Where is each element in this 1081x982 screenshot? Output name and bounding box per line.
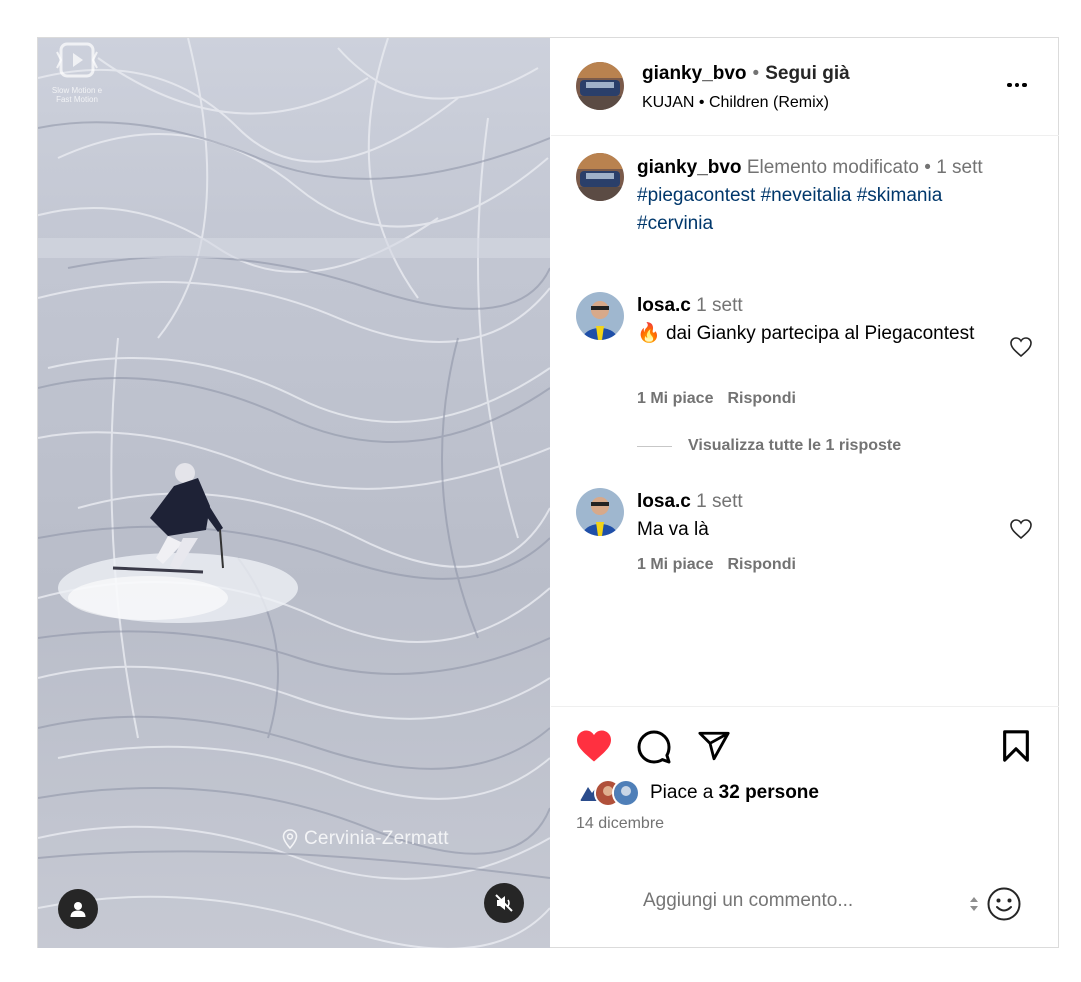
car-photo-icon — [576, 153, 624, 201]
post-caption: gianky_bvo Elemento modificato • 1 sett … — [637, 154, 1037, 238]
reply-button[interactable]: Rispondi — [727, 390, 795, 408]
bookmark-icon[interactable] — [1001, 729, 1031, 763]
car-photo-icon — [576, 62, 624, 110]
header-title: gianky_bvo • Segui già — [642, 63, 850, 85]
post-date[interactable]: 14 dicembre — [576, 815, 664, 833]
location-label: Cervinia-Zermatt — [304, 828, 449, 849]
more-options-button[interactable] — [1005, 73, 1029, 97]
comment-actions: 1 Mi piace Rispondi — [637, 556, 796, 574]
view-replies-button[interactable]: Visualizza tutte le 1 risposte — [637, 437, 901, 455]
hashtag-link[interactable]: #neveitalia — [761, 185, 852, 206]
post-container: Slow Motion e Fast Motion Cervinia-Zerma… — [37, 37, 1059, 948]
liker-avatar — [612, 779, 640, 807]
more-dot-icon — [1022, 82, 1027, 88]
audio-title: Children (Remix) — [708, 94, 829, 111]
comment-actions: 1 Mi piace Rispondi — [637, 390, 796, 408]
caption-author-avatar[interactable] — [576, 153, 624, 201]
location-pin-icon — [282, 829, 298, 849]
more-dot-icon — [1007, 82, 1012, 88]
likes-summary[interactable]: Piace a 32 persone — [576, 779, 819, 807]
caption-separator: • — [924, 157, 931, 178]
person-photo-icon — [614, 781, 638, 805]
reply-button[interactable]: Rispondi — [727, 556, 795, 574]
view-replies-label: Visualizza tutte le 1 risposte — [688, 437, 902, 454]
reel-video[interactable]: Slow Motion e Fast Motion Cervinia-Zerma… — [38, 38, 550, 948]
replies-divider — [637, 445, 672, 447]
speaker-muted-icon — [495, 894, 513, 912]
add-comment-bar — [551, 856, 1059, 948]
heart-filled-icon[interactable] — [575, 729, 613, 763]
heart-outline-icon[interactable] — [1009, 518, 1033, 540]
play-film-icon — [56, 42, 98, 78]
watermark-line2: Fast Motion — [56, 95, 98, 104]
post-sidebar: gianky_bvo • Segui già KUJAN • Children … — [551, 38, 1059, 948]
comment-likes[interactable]: 1 Mi piace — [637, 556, 713, 574]
updown-arrows-icon — [970, 897, 978, 911]
comment-username[interactable]: losa.c — [637, 491, 691, 512]
watermark-line1: Slow Motion e — [51, 86, 103, 95]
post-header: gianky_bvo • Segui già KUJAN • Children … — [551, 38, 1059, 136]
likes-count[interactable]: 32 persone — [719, 782, 819, 803]
commenter-avatar[interactable] — [576, 292, 624, 340]
comment-icon[interactable] — [636, 729, 672, 765]
caption-time: 1 sett — [936, 157, 983, 178]
following-button[interactable]: Segui già — [765, 63, 849, 85]
likes-text: Piace a 32 persone — [650, 782, 819, 804]
mute-button[interactable] — [484, 883, 524, 923]
edited-label: Elemento modificato — [746, 157, 919, 178]
comment-text: Ma va là — [637, 519, 709, 540]
person-photo-icon — [576, 488, 624, 536]
audio-info[interactable]: KUJAN • Children (Remix) — [642, 94, 829, 112]
share-send-icon[interactable] — [697, 729, 731, 763]
heart-outline-icon[interactable] — [1009, 336, 1033, 358]
action-bar: Piace a 32 persone 14 dicembre — [551, 706, 1059, 857]
comment-item: losa.c 1 sett Ma va là 1 Mi piace Rispon… — [551, 488, 1059, 588]
comment-body: losa.c 1 sett Ma va là — [637, 488, 987, 544]
hashtag-link[interactable]: #cervinia — [637, 213, 713, 234]
ski-slope-scene — [38, 38, 550, 948]
user-icon — [70, 902, 86, 917]
more-dot-icon — [1014, 82, 1020, 88]
comment-body: losa.c 1 sett 🔥 dai Gianky partecipa al … — [637, 292, 987, 348]
comment-input[interactable] — [643, 890, 943, 912]
comment-time[interactable]: 1 sett — [696, 491, 742, 512]
app-watermark: Slow Motion e Fast Motion — [42, 40, 112, 110]
location-overlay[interactable]: Cervinia-Zermatt — [282, 828, 449, 850]
comment-item: losa.c 1 sett 🔥 dai Gianky partecipa al … — [551, 292, 1059, 422]
comments-section: gianky_bvo Elemento modificato • 1 sett … — [551, 136, 1059, 706]
hashtag-link[interactable]: #skimania — [857, 185, 943, 206]
comment-username[interactable]: losa.c — [637, 295, 691, 316]
header-separator: • — [752, 63, 760, 84]
comment-likes[interactable]: 1 Mi piace — [637, 390, 713, 408]
likes-prefix: Piace a — [650, 782, 714, 803]
audio-separator: • — [698, 94, 705, 111]
hashtag-link[interactable]: #piegacontest — [637, 185, 755, 206]
comment-text: dai Gianky partecipa al Piegacontest — [660, 323, 975, 344]
person-photo-icon — [576, 292, 624, 340]
comment-time[interactable]: 1 sett — [696, 295, 742, 316]
commenter-avatar[interactable] — [576, 488, 624, 536]
caption-username[interactable]: gianky_bvo — [637, 157, 742, 178]
audio-artist: KUJAN — [642, 94, 695, 111]
tagged-users-button[interactable] — [58, 889, 98, 929]
author-username[interactable]: gianky_bvo — [642, 63, 747, 85]
fire-emoji: 🔥 — [637, 323, 661, 344]
author-avatar[interactable] — [576, 62, 624, 110]
emoji-smiley-icon[interactable] — [986, 886, 1022, 922]
